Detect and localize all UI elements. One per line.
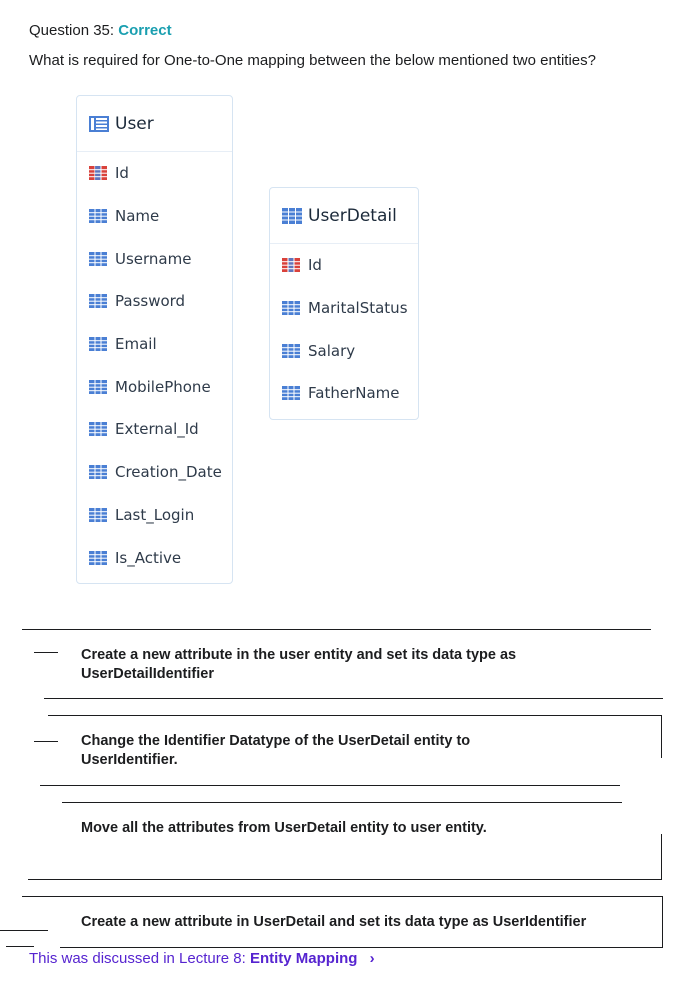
attribute-icon	[282, 386, 300, 401]
attribute-icon	[89, 465, 107, 480]
option-3-top-border	[62, 802, 622, 803]
option-2-dash	[34, 741, 58, 742]
table-icon	[89, 115, 109, 132]
attribute-icon	[89, 550, 107, 565]
option-4-dash	[0, 930, 48, 931]
user-attribute-mobilephone[interactable]: MobilePhone	[77, 365, 232, 408]
user-attribute-is-active[interactable]: Is_Active	[77, 536, 232, 579]
attribute-label: Is_Active	[115, 548, 182, 567]
question-header: Question 35: Correct	[29, 22, 172, 39]
option-4-dash-lower	[6, 946, 34, 947]
user-attribute-password[interactable]: Password	[77, 280, 232, 323]
identifier-key-icon	[282, 258, 300, 273]
option-1-bottom-border	[44, 698, 663, 699]
attribute-icon	[89, 422, 107, 437]
option-text: Change the Identifier Datatype of the Us…	[81, 733, 471, 768]
userdetail-attribute-id[interactable]: Id	[270, 244, 418, 287]
option-2-bottom-border	[40, 785, 620, 786]
attribute-icon	[89, 337, 107, 352]
answer-option-3[interactable]: Move all the attributes from UserDetail …	[81, 819, 641, 838]
lecture-reference: This was discussed in Lecture 8: Entity …	[29, 950, 375, 967]
userdetail-attribute-maritalstatus[interactable]: MaritalStatus	[270, 287, 418, 330]
user-attribute-id[interactable]: Id	[77, 152, 232, 195]
answer-option-2[interactable]: Change the Identifier Datatype of the Us…	[81, 732, 551, 770]
userdetail-attribute-fathername[interactable]: FatherName	[270, 372, 418, 415]
user-attribute-name[interactable]: Name	[77, 195, 232, 238]
user-attribute-external-id[interactable]: External_Id	[77, 408, 232, 451]
lecture-reference-prefix: This was discussed in Lecture 8:	[29, 950, 246, 967]
attribute-label: MaritalStatus	[308, 299, 408, 318]
option-4-bottom-border	[60, 947, 663, 948]
option-1-top-border	[22, 629, 651, 630]
option-2-right-border	[661, 715, 662, 758]
attribute-icon	[89, 379, 107, 394]
identifier-key-icon	[89, 166, 107, 181]
option-4-top-border	[22, 896, 663, 897]
attribute-icon	[89, 507, 107, 522]
attribute-label: Id	[115, 164, 129, 183]
option-text: Create a new attribute in UserDetail and…	[81, 914, 587, 930]
attribute-icon	[89, 251, 107, 266]
attribute-icon	[282, 301, 300, 316]
attribute-label: Email	[115, 335, 157, 354]
attribute-label: Last_Login	[115, 505, 195, 524]
userdetail-entity-card: UserDetail Id MaritalStatus Salary Fathe…	[269, 187, 419, 420]
question-number: Question 35:	[29, 22, 115, 39]
option-text: Create a new attribute in the user entit…	[81, 647, 517, 682]
attribute-label: MobilePhone	[115, 377, 211, 396]
attribute-icon	[89, 209, 107, 224]
question-text: What is required for One-to-One mapping …	[29, 52, 596, 69]
user-attribute-username[interactable]: Username	[77, 237, 232, 280]
option-3-right-border	[661, 834, 662, 879]
attribute-icon	[89, 294, 107, 309]
attribute-icon	[282, 343, 300, 358]
chevron-right-icon[interactable]: ›	[370, 950, 375, 967]
user-entity-card: User Id Name Username Password Email Mob…	[76, 95, 233, 584]
attribute-label: Creation_Date	[115, 463, 222, 482]
userdetail-entity-title: UserDetail	[308, 205, 397, 226]
option-2-top-border	[48, 715, 662, 716]
attribute-label: Name	[115, 207, 160, 226]
user-attribute-email[interactable]: Email	[77, 323, 232, 366]
userdetail-entity-header: UserDetail	[270, 188, 418, 244]
user-entity-title: User	[115, 113, 154, 134]
attribute-label: FatherName	[308, 384, 400, 403]
option-text: Move all the attributes from UserDetail …	[81, 820, 487, 836]
user-entity-header: User	[77, 96, 232, 152]
table-icon	[282, 207, 302, 224]
attribute-label: External_Id	[115, 420, 199, 439]
attribute-label: Username	[115, 249, 192, 268]
answer-option-4[interactable]: Create a new attribute in UserDetail and…	[81, 913, 656, 932]
answer-option-1[interactable]: Create a new attribute in the user entit…	[81, 646, 621, 684]
attribute-label: Id	[308, 256, 322, 275]
attribute-label: Salary	[308, 341, 356, 360]
lecture-link[interactable]: Entity Mapping	[250, 950, 358, 967]
option-4-right-border	[662, 896, 663, 947]
user-attribute-last-login[interactable]: Last_Login	[77, 494, 232, 537]
question-status: Correct	[118, 22, 172, 39]
option-1-dash	[34, 652, 58, 653]
userdetail-attribute-salary[interactable]: Salary	[270, 329, 418, 372]
user-attribute-creation-date[interactable]: Creation_Date	[77, 451, 232, 494]
option-3-bottom-border	[28, 879, 662, 880]
attribute-label: Password	[115, 292, 186, 311]
